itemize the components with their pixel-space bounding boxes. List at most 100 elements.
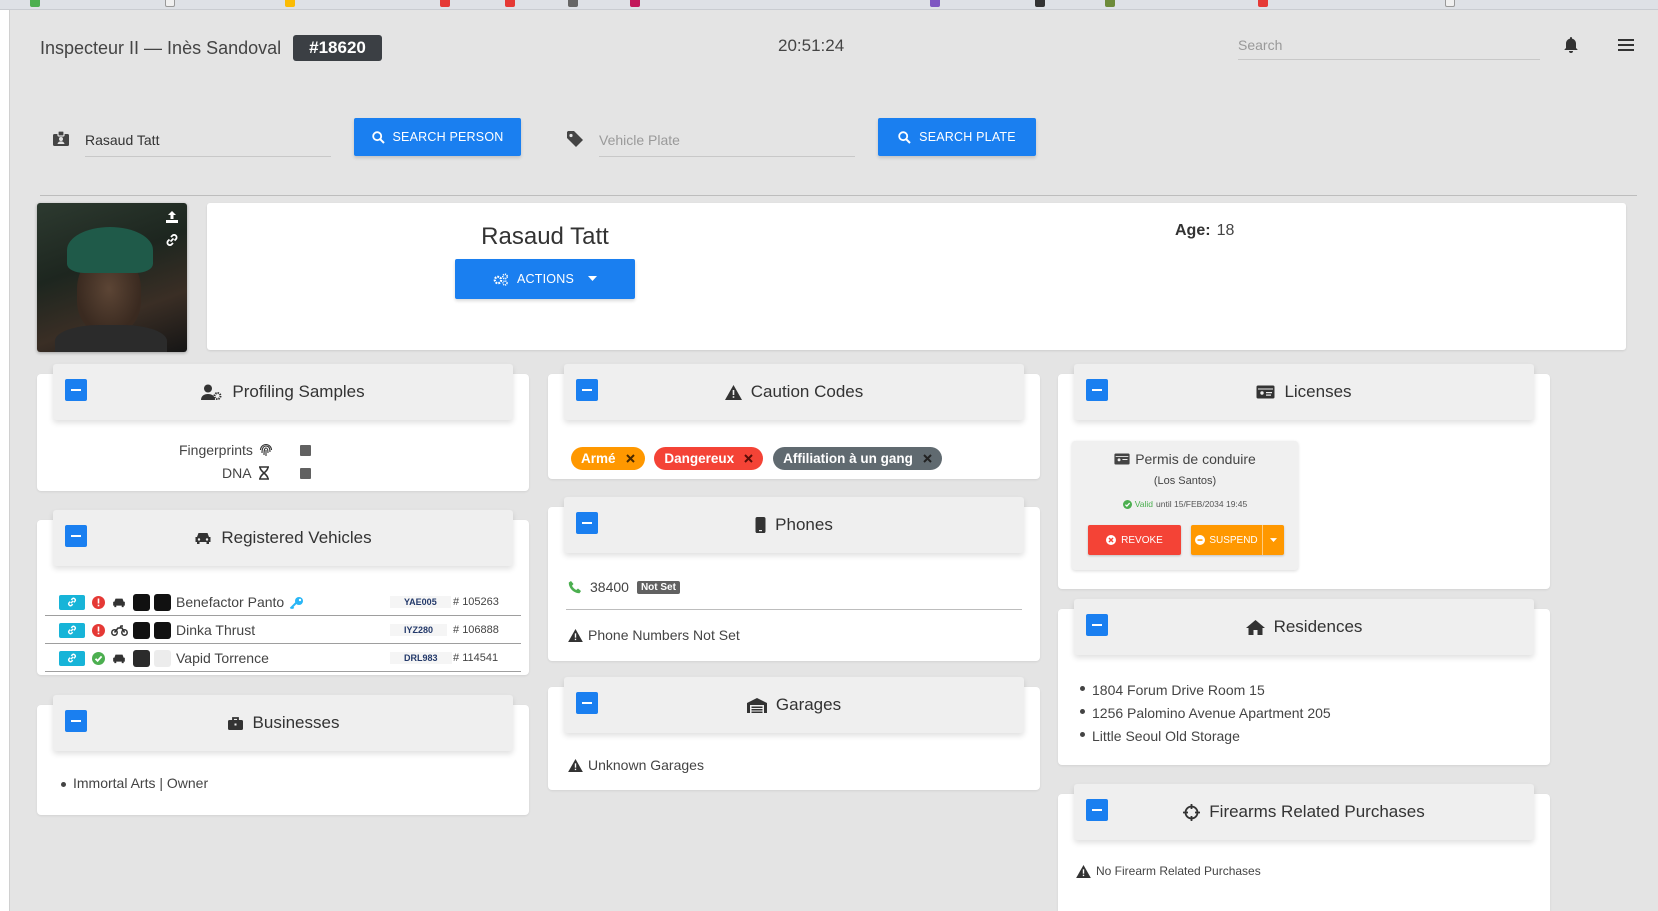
search-person-button[interactable]: SEARCH PERSON <box>354 118 521 156</box>
hamburger-menu-icon[interactable] <box>1618 38 1634 57</box>
search-plate-button[interactable]: SEARCH PLATE <box>878 118 1036 156</box>
tag-icon <box>566 130 584 153</box>
bookmark-item[interactable] <box>1445 0 1459 8</box>
collapse-button[interactable] <box>65 379 87 401</box>
upload-icon[interactable] <box>165 210 179 229</box>
header: Inspecteur II — Inès Sandoval #18620 <box>40 35 382 61</box>
bookmark-item[interactable] <box>30 0 44 8</box>
firearms-header: Firearms Related Purchases <box>1074 784 1534 840</box>
suspend-main[interactable]: SUSPEND <box>1191 535 1262 546</box>
bookmark-item[interactable] <box>1035 0 1049 8</box>
license-title-row: Permis de conduire <box>1072 451 1298 467</box>
vehicle-link-button[interactable] <box>59 594 85 610</box>
vehicle-plate: YAE005 <box>390 596 451 608</box>
phones-header: Phones <box>564 497 1024 553</box>
collapse-button[interactable] <box>576 512 598 534</box>
briefcase-icon <box>227 716 243 730</box>
bookmark-item[interactable] <box>1258 0 1272 8</box>
caution-chip-label: Armé <box>581 451 616 466</box>
caution-codes-panel: Caution Codes Armé Dangereux Affiliation… <box>548 364 1040 479</box>
officer-badge: #18620 <box>293 35 382 61</box>
vehicle-row[interactable]: Benefactor Panto YAE005 # 105263 <box>45 589 521 616</box>
vehicle-name: Dinka Thrust <box>176 622 256 638</box>
panel-title: Profiling Samples <box>232 382 365 401</box>
vehicle-link-button[interactable] <box>59 650 85 666</box>
vehicle-plate-input[interactable]: Vehicle Plate <box>599 132 855 157</box>
bookmark-item[interactable] <box>568 0 582 8</box>
bookmark-item[interactable] <box>630 0 644 8</box>
dna-label: DNA <box>222 465 252 481</box>
businesses-header: Businesses <box>53 695 513 751</box>
car-icon <box>113 598 125 607</box>
license-title: Permis de conduire <box>1135 451 1256 467</box>
user-cog-icon <box>201 384 222 400</box>
bookmark-item[interactable] <box>505 0 519 8</box>
revoke-button[interactable]: REVOKE <box>1088 525 1181 555</box>
gears-icon <box>493 272 509 286</box>
profile-card: Rasaud Tatt ACTIONS Age: 18 <box>207 203 1626 350</box>
primary-color-swatch <box>133 593 150 611</box>
firearms-warning: No Firearm Related Purchases <box>1076 864 1550 878</box>
secondary-color-swatch <box>154 649 171 667</box>
times-circle-icon <box>1106 535 1117 545</box>
search-icon <box>371 130 385 144</box>
link-icon[interactable] <box>165 233 179 252</box>
person-search-input[interactable]: Rasaud Tatt <box>85 132 331 157</box>
licenses-header: Licenses <box>1074 364 1534 420</box>
fingerprints-checkbox[interactable] <box>300 445 311 456</box>
panel-title: Licenses <box>1284 382 1352 401</box>
suspend-dropdown-toggle[interactable] <box>1262 525 1284 555</box>
bookmark-item[interactable] <box>1105 0 1119 8</box>
top-search-input[interactable]: Search <box>1238 37 1540 60</box>
age-field: Age: 18 <box>1175 222 1234 240</box>
collapse-button[interactable] <box>1086 614 1108 636</box>
actions-label: ACTIONS <box>517 272 574 286</box>
bookmark-item[interactable] <box>285 0 299 8</box>
collapse-button[interactable] <box>576 692 598 714</box>
id-card-icon <box>1256 385 1275 399</box>
bell-icon[interactable] <box>1563 36 1579 59</box>
residence-item: 1804 Forum Drive Room 15 <box>1078 679 1550 702</box>
actions-button[interactable]: ACTIONS <box>455 259 635 299</box>
bookmark-item[interactable] <box>930 0 944 8</box>
vehicle-row[interactable]: Dinka Thrust IYZ280 # 106888 <box>45 617 521 644</box>
remove-icon[interactable] <box>744 454 753 463</box>
fingerprints-label: Fingerprints <box>179 442 253 458</box>
check-circle-icon <box>92 651 105 665</box>
search-person-label: SEARCH PERSON <box>392 130 504 144</box>
vehicle-link-button[interactable] <box>59 622 85 638</box>
collapse-button[interactable] <box>576 379 598 401</box>
profiling-samples-panel: Profiling Samples Fingerprints DNA <box>37 364 529 491</box>
vehicle-number: # 105263 <box>453 596 499 608</box>
garages-header: Garages <box>564 677 1024 733</box>
collapse-button[interactable] <box>1086 799 1108 821</box>
remove-icon[interactable] <box>923 454 932 463</box>
collapse-button[interactable] <box>65 525 87 547</box>
mugshot-body <box>55 325 167 352</box>
browser-bookmarks-bar <box>0 0 1658 10</box>
remove-icon[interactable] <box>625 454 635 463</box>
residence-item: Little Seoul Old Storage <box>1078 725 1550 748</box>
caution-codes-header: Caution Codes <box>564 364 1024 420</box>
panel-title: Caution Codes <box>750 382 864 401</box>
secondary-color-swatch <box>154 593 171 611</box>
suspend-button[interactable]: SUSPEND <box>1191 525 1284 555</box>
caution-chip: Dangereux <box>654 447 764 470</box>
phone-row: 38400 Not Set <box>568 579 680 595</box>
vehicle-row[interactable]: Vapid Torrence DRL983 # 114541 <box>45 645 521 672</box>
caution-chip: Affiliation à un gang <box>773 447 942 470</box>
caution-chip-label: Dangereux <box>664 451 735 466</box>
minus-circle-icon <box>1195 535 1206 545</box>
home-icon <box>1245 619 1265 635</box>
collapse-button[interactable] <box>1086 379 1108 401</box>
dna-checkbox[interactable] <box>300 468 311 479</box>
caution-chip: Armé <box>571 447 645 470</box>
bookmark-item[interactable] <box>165 0 179 8</box>
businesses-list: Immortal Arts | Owner <box>59 775 529 791</box>
crosshairs-icon <box>1183 803 1201 821</box>
primary-color-swatch <box>133 621 150 639</box>
phone-icon <box>568 581 581 594</box>
bookmark-item[interactable] <box>440 0 454 8</box>
collapse-button[interactable] <box>65 710 87 732</box>
licenses-panel: Licenses Permis de conduire (Los Santos)… <box>1058 364 1550 589</box>
